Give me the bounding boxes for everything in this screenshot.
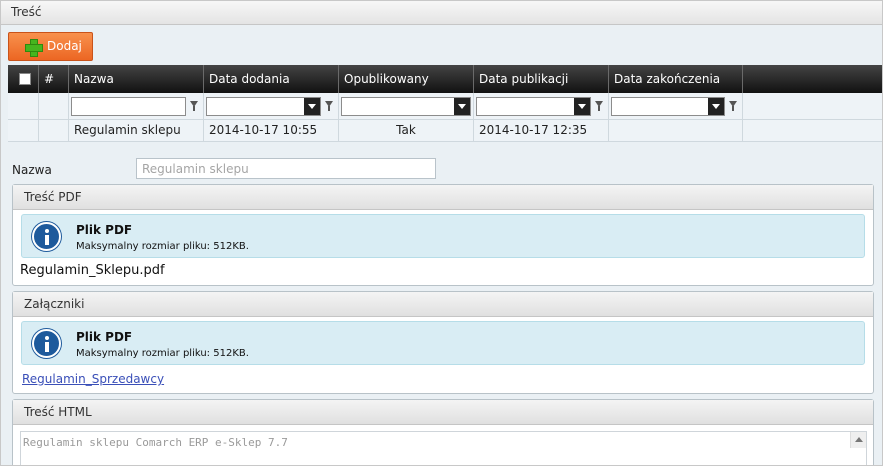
html-panel-title: Treść HTML [13,400,873,425]
filter-cell-empty [8,93,39,119]
select-all-checkbox[interactable] [19,73,31,85]
pdf-file-name[interactable]: Regulamin_Sklepu.pdf [20,263,165,278]
filter-nazwa-input[interactable] [71,97,186,116]
filter-opublikowany-select[interactable] [341,97,471,116]
html-panel: Treść HTML Regulamin sklepu Comarch ERP … [12,399,874,465]
filter-icon[interactable] [325,101,334,112]
filter-icon[interactable] [729,101,738,112]
dropdown-arrow-icon [304,98,320,115]
filter-cell-filler [743,93,882,119]
column-header-filler [743,65,882,93]
name-label: Nazwa [12,163,52,177]
cell-data-publikacji: 2014-10-17 12:35 [474,120,609,141]
column-header-opublikowany[interactable]: Opublikowany [339,65,474,93]
filter-cell-data-publikacji [474,93,609,119]
name-input[interactable]: Regulamin sklepu [136,158,436,179]
filter-cell-nazwa [69,93,204,119]
attachment-link[interactable]: Regulamin_Sprzedawcy [22,372,164,386]
filter-cell-data-dodania [204,93,339,119]
filter-data-dodania-select[interactable] [206,97,321,116]
content-window: Treść Dodaj # Nazwa Data dodania Opublik… [0,0,883,466]
column-header-data-zakonczenia[interactable]: Data zakończenia [609,65,743,93]
column-header-nazwa[interactable]: Nazwa [69,65,204,93]
info-icon [32,222,61,251]
grid-header: # Nazwa Data dodania Opublikowany Data p… [8,65,882,93]
dropdown-arrow-icon [454,98,470,115]
cell-data-dodania: 2014-10-17 10:55 [204,120,339,141]
info-text: Maksymalny rozmiar pliku: 512KB. [76,348,249,359]
select-all-cell [8,65,39,93]
filter-row [8,93,882,120]
cell-nazwa[interactable]: Regulamin sklepu [69,120,204,141]
column-header-number[interactable]: # [39,65,69,93]
info-text: Maksymalny rozmiar pliku: 512KB. [76,241,249,252]
table-row[interactable]: Regulamin sklepu 2014-10-17 10:55 Tak 20… [8,120,882,142]
add-button-label: Dodaj [47,39,82,53]
content-grid: # Nazwa Data dodania Opublikowany Data p… [8,65,882,142]
window-title: Treść [1,1,882,25]
filter-icon[interactable] [190,101,199,112]
filter-data-zakonczenia-select[interactable] [611,97,725,116]
cell-data-zakonczenia [609,120,743,141]
filter-cell-empty [39,93,69,119]
attachments-panel-title: Załączniki [13,292,873,317]
add-button[interactable]: Dodaj [8,32,93,61]
attachments-info-box: Plik PDF Maksymalny rozmiar pliku: 512KB… [21,321,865,365]
dropdown-arrow-icon [708,98,724,115]
info-title: Plik PDF [76,330,133,344]
filter-cell-data-zakonczenia [609,93,743,119]
pdf-panel: Treść PDF Plik PDF Maksymalny rozmiar pl… [12,184,874,286]
html-content-text: Regulamin sklepu Comarch ERP e-Sklep 7.7 [23,436,288,449]
attachments-panel: Załączniki Plik PDF Maksymalny rozmiar p… [12,291,874,394]
column-header-data-publikacji[interactable]: Data publikacji [474,65,609,93]
row-number-cell [39,120,69,141]
html-content-editor[interactable]: Regulamin sklepu Comarch ERP e-Sklep 7.7 [20,431,867,465]
info-icon [32,329,61,358]
filter-data-publikacji-select[interactable] [476,97,591,116]
pdf-panel-title: Treść PDF [13,185,873,210]
column-header-data-dodania[interactable]: Data dodania [204,65,339,93]
dropdown-arrow-icon [574,98,590,115]
filter-cell-opublikowany [339,93,474,119]
cell-filler [743,120,882,141]
info-title: Plik PDF [76,223,133,237]
plus-icon [25,39,43,57]
filter-icon[interactable] [595,101,604,112]
scroll-up-icon[interactable] [850,432,866,448]
cell-opublikowany: Tak [339,120,474,141]
row-checkbox-cell [8,120,39,141]
pdf-info-box: Plik PDF Maksymalny rozmiar pliku: 512KB… [21,214,865,258]
